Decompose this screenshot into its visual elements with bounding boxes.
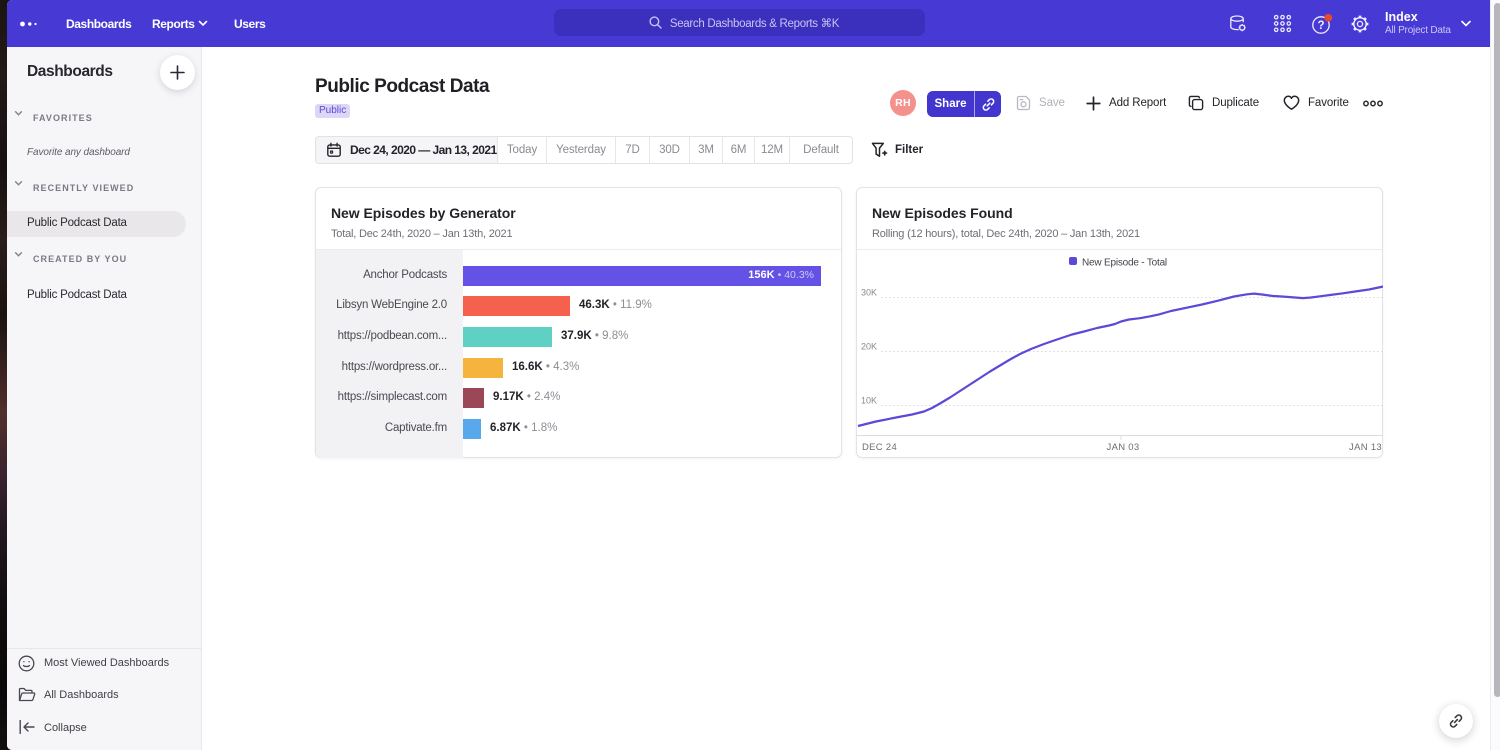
svg-text:30K: 30K	[861, 288, 877, 298]
svg-text:JAN 03: JAN 03	[1107, 442, 1140, 453]
svg-text:10K: 10K	[861, 396, 877, 406]
svg-text:JAN 13: JAN 13	[1349, 442, 1382, 453]
svg-text:20K: 20K	[861, 342, 877, 352]
svg-text:New Episode - Total: New Episode - Total	[1082, 258, 1167, 269]
svg-text:DEC 24: DEC 24	[862, 442, 897, 453]
svg-text:?: ?	[1317, 20, 1324, 32]
